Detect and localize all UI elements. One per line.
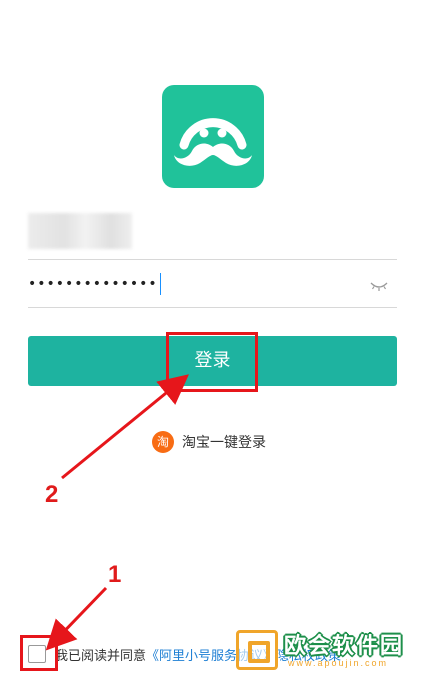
password-divider: [28, 307, 397, 308]
watermark-url: www.apoujin.com: [288, 658, 389, 668]
username-divider: [28, 259, 397, 260]
annotation-step-2: 2: [45, 481, 59, 508]
annotation-highlight-checkbox: [20, 635, 58, 671]
taobao-login-link[interactable]: 淘 淘宝一键登录: [152, 430, 266, 454]
annotation-step-1: 1: [108, 561, 122, 588]
password-mask: ••••••••••••••: [28, 276, 158, 292]
username-field[interactable]: [28, 213, 132, 249]
watermark: 欧会软件园 www.apoujin.com: [236, 626, 435, 674]
annotation-highlight-login: [166, 332, 258, 392]
watermark-logo-icon: [236, 630, 278, 670]
watermark-title: 欧会软件园: [284, 634, 405, 659]
agreement-text: 我已阅读并同意: [55, 648, 147, 664]
eye-closed-icon[interactable]: [370, 278, 388, 292]
app-logo-icon: [162, 85, 264, 188]
arrow-to-checkbox: [45, 586, 108, 651]
arrow-to-login: [61, 374, 189, 480]
text-cursor: [159, 273, 161, 295]
password-field[interactable]: ••••••••••••••: [28, 266, 397, 302]
taobao-icon: 淘: [152, 431, 174, 453]
taobao-login-label: 淘宝一键登录: [182, 435, 266, 451]
